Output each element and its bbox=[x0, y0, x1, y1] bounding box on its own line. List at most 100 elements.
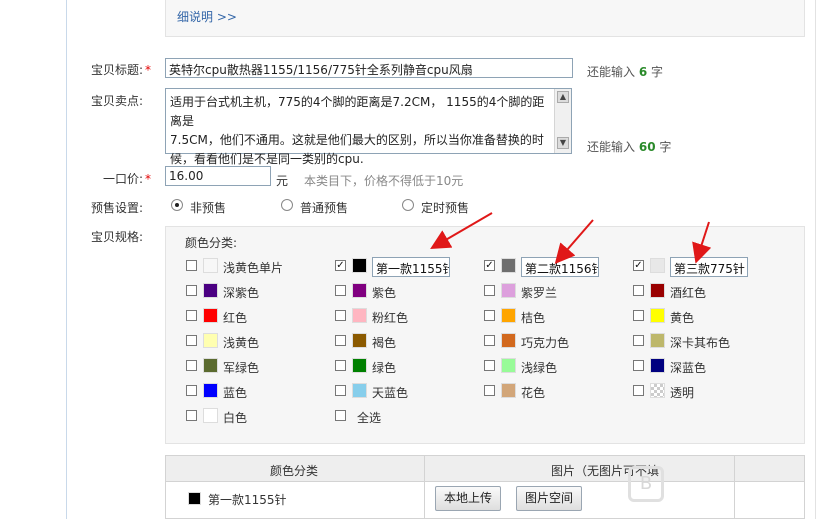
color-label: 花色 bbox=[521, 386, 546, 400]
color-swatch bbox=[650, 283, 665, 298]
color-checkbox[interactable]: ✓ bbox=[633, 260, 644, 271]
description-box: 细说明 >> bbox=[165, 0, 805, 37]
color-label: 蓝色 bbox=[223, 386, 248, 400]
color-checkbox[interactable] bbox=[633, 285, 644, 296]
color-checkbox[interactable] bbox=[484, 285, 495, 296]
color-label: 深蓝色 bbox=[670, 361, 707, 375]
scroll-down-icon[interactable]: ▼ bbox=[557, 137, 569, 149]
color-swatch bbox=[650, 358, 665, 373]
title-hint-count: 6 bbox=[638, 65, 648, 79]
color-checkbox[interactable] bbox=[335, 285, 346, 296]
color-label: 褐色 bbox=[372, 336, 397, 350]
color-label: 巧克力色 bbox=[521, 336, 570, 350]
title-label-text: 宝贝标题: bbox=[91, 63, 144, 77]
color-checkbox[interactable]: ✓ bbox=[335, 260, 346, 271]
color-checkbox[interactable] bbox=[186, 260, 197, 271]
presale-radio-none[interactable] bbox=[171, 199, 183, 211]
textarea-scrollbar[interactable]: ▲ ▼ bbox=[554, 89, 571, 153]
column-divider bbox=[424, 482, 425, 518]
row-color-name: 第一款1155针 bbox=[208, 493, 287, 507]
color-label: 浅绿色 bbox=[521, 361, 558, 375]
color-swatch bbox=[203, 383, 218, 398]
color-checkbox[interactable] bbox=[186, 310, 197, 321]
title-hint-prefix: 还能输入 bbox=[587, 65, 636, 79]
scroll-up-icon[interactable]: ▲ bbox=[557, 91, 569, 103]
color-label: 浅黄色单片 bbox=[223, 261, 284, 275]
price-label: 一口价: * bbox=[103, 170, 151, 187]
color-checkbox[interactable]: ✓ bbox=[484, 260, 495, 271]
color-swatch bbox=[352, 283, 367, 298]
color-category-title: 颜色分类: bbox=[185, 236, 238, 250]
color-checkbox[interactable] bbox=[484, 310, 495, 321]
presale-option-none: 非预售 bbox=[190, 201, 227, 215]
title-hint-suffix: 字 bbox=[651, 65, 664, 79]
custom-color-name-input[interactable]: 第三款775针 bbox=[670, 257, 748, 277]
color-checkbox[interactable] bbox=[335, 410, 346, 421]
color-swatch bbox=[650, 308, 665, 323]
custom-color-name-input[interactable]: 第一款1155针 bbox=[372, 257, 450, 277]
presale-radio-timed[interactable] bbox=[402, 199, 414, 211]
color-swatch bbox=[650, 258, 665, 273]
title-input[interactable]: 英特尔cpu散热器1155/1156/775针全系列静音cpu风扇 bbox=[165, 58, 573, 78]
row-color-swatch bbox=[188, 492, 201, 505]
color-checkbox[interactable] bbox=[186, 385, 197, 396]
color-swatch bbox=[203, 408, 218, 423]
color-label: 天蓝色 bbox=[372, 386, 409, 400]
color-checkbox[interactable] bbox=[633, 385, 644, 396]
selling-point-textarea[interactable]: 适用于台式机主机，775的4个脚的距离是7.2CM， 1155的4个脚的距离是 … bbox=[165, 88, 572, 166]
local-upload-button[interactable]: 本地上传 bbox=[435, 486, 502, 511]
column-divider bbox=[734, 482, 735, 518]
left-border bbox=[66, 0, 67, 519]
sku-table-header: 颜色分类 图片（无图片可不填 bbox=[165, 455, 805, 482]
color-checkbox[interactable] bbox=[633, 335, 644, 346]
price-input[interactable]: 16.00 bbox=[165, 166, 271, 186]
color-swatch bbox=[650, 383, 665, 398]
color-checkbox[interactable] bbox=[484, 385, 495, 396]
selling-point-line: 适用于台式机主机，775的4个脚的距离是7.2CM， 1155的4个脚的距离是 bbox=[170, 95, 545, 128]
color-label: 紫色 bbox=[372, 286, 397, 300]
color-checkbox[interactable] bbox=[484, 335, 495, 346]
custom-color-name-input[interactable]: 第二款1156针 bbox=[521, 257, 599, 277]
color-swatch bbox=[203, 358, 218, 373]
column-divider bbox=[424, 456, 425, 481]
selling-point-content: 适用于台式机主机，775的4个脚的距离是7.2CM， 1155的4个脚的距离是 … bbox=[170, 93, 554, 169]
color-checkbox[interactable] bbox=[335, 335, 346, 346]
color-checkbox[interactable] bbox=[484, 360, 495, 371]
title-hint: 还能输入 6 字 bbox=[587, 63, 663, 80]
color-swatch bbox=[501, 358, 516, 373]
color-label: 黄色 bbox=[670, 311, 695, 325]
color-label: 军绿色 bbox=[223, 361, 260, 375]
color-checkbox[interactable] bbox=[335, 310, 346, 321]
color-label: 粉红色 bbox=[372, 311, 409, 325]
color-checkbox[interactable] bbox=[633, 310, 644, 321]
header-color-category: 颜色分类 bbox=[270, 464, 319, 478]
presale-radio-normal[interactable] bbox=[281, 199, 293, 211]
selling-point-line: 7.5CM，他们不通用。这就是他们最大的区别，所以当你准备替换的时 bbox=[170, 133, 544, 147]
right-border bbox=[815, 0, 816, 519]
detail-link[interactable]: 细说明 >> bbox=[177, 8, 237, 25]
color-swatch bbox=[501, 258, 516, 273]
color-label: 白色 bbox=[223, 411, 248, 425]
title-label: 宝贝标题: * bbox=[91, 61, 151, 78]
selling-point-hint-prefix: 还能输入 bbox=[587, 140, 636, 154]
color-label: 红色 bbox=[223, 311, 248, 325]
color-swatch bbox=[501, 383, 516, 398]
table-row: 第一款1155针 本地上传 图片空间 bbox=[165, 482, 805, 519]
color-swatch bbox=[650, 333, 665, 348]
color-checkbox[interactable] bbox=[633, 360, 644, 371]
price-unit: 元 bbox=[276, 174, 289, 188]
color-checkbox[interactable] bbox=[335, 385, 346, 396]
color-checkbox[interactable] bbox=[186, 410, 197, 421]
selling-point-hint: 还能输入 60 字 bbox=[587, 138, 671, 155]
image-space-button[interactable]: 图片空间 bbox=[516, 486, 583, 511]
color-checkbox[interactable] bbox=[335, 360, 346, 371]
color-checkbox[interactable] bbox=[186, 335, 197, 346]
color-swatch bbox=[501, 283, 516, 298]
presale-label: 预售设置: bbox=[91, 201, 144, 215]
watermark-logo: B bbox=[628, 466, 664, 502]
color-checkbox[interactable] bbox=[186, 360, 197, 371]
color-checkbox[interactable] bbox=[186, 285, 197, 296]
color-label: 紫罗兰 bbox=[521, 286, 558, 300]
price-label-text: 一口价: bbox=[103, 172, 144, 186]
color-swatch bbox=[203, 308, 218, 323]
